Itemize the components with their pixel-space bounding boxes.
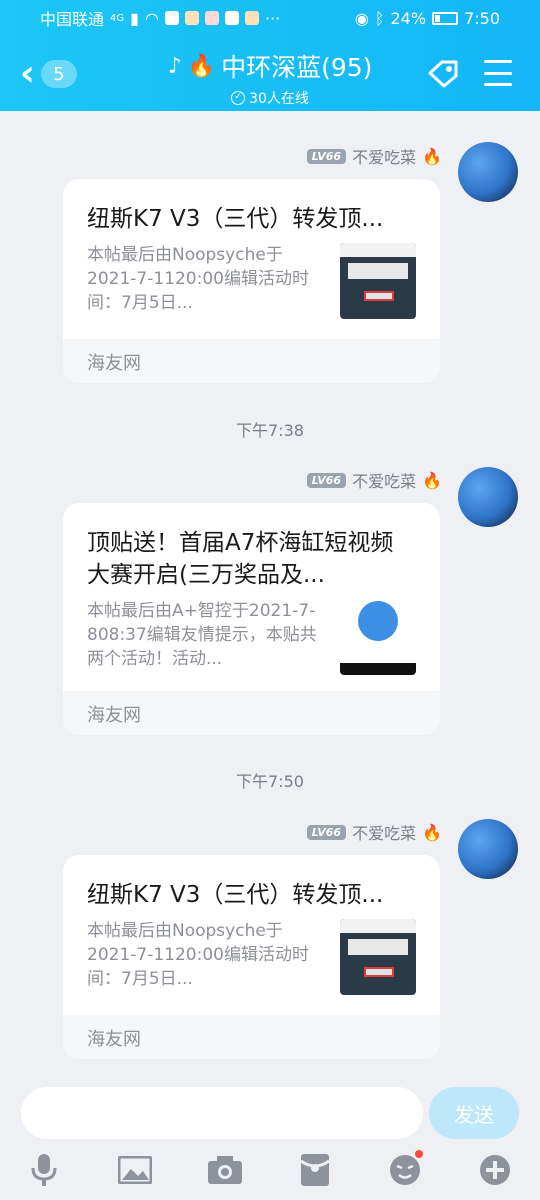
post-thumbnail — [340, 599, 416, 675]
battery-icon — [432, 11, 459, 25]
bluetooth-icon: ᛒ — [374, 8, 385, 28]
online-count: 30人在线 — [249, 91, 309, 107]
sender-name: 不爱吃菜 — [352, 472, 417, 491]
message-input[interactable] — [21, 1087, 423, 1139]
shared-post-card[interactable]: 纽斯K7 V3（三代）转发顶... 本帖最后由Noopsyche于2021-7-… — [63, 179, 440, 383]
battery-percent: 24% — [390, 8, 427, 28]
post-source: 海友网 — [63, 339, 440, 383]
post-source: 海友网 — [63, 691, 440, 735]
sender-info: LV66 不爱吃菜 🔥 — [306, 144, 442, 168]
sender-name: 不爱吃菜 — [352, 824, 417, 843]
status-bar: 中国联通 4G ▮ ◠ ··· ◉ ᛒ 24% 7:50 — [0, 0, 540, 36]
post-thumbnail — [340, 243, 416, 319]
shared-post-card[interactable]: 纽斯K7 V3（三代）转发顶... 本帖最后由Noopsyche于2021-7-… — [63, 855, 440, 1059]
flame-icon: 🔥 — [422, 146, 442, 166]
post-title: 顶贴送！首届A7杯海缸短视频大赛开启(三万奖品及... — [87, 530, 394, 588]
timestamp: 下午7:38 — [236, 421, 304, 440]
post-description: 本帖最后由A+智控于2021-7-808:37编辑友情提示，本贴共两个活动！活动… — [87, 601, 317, 669]
avatar[interactable] — [458, 467, 518, 527]
red-packet-icon[interactable] — [295, 1150, 335, 1190]
shared-post-card[interactable]: 顶贴送！首届A7杯海缸短视频大赛开启(三万奖品及... 本帖最后由A+智控于20… — [63, 503, 440, 735]
more-notifications-icon: ··· — [264, 8, 281, 28]
timestamp: 下午7:50 — [236, 772, 304, 791]
signal-icon: ▮ — [130, 8, 139, 28]
ear-icon: ♪ — [167, 53, 182, 79]
level-badge: LV66 — [306, 824, 347, 840]
sender-name: 不爱吃菜 — [352, 148, 417, 167]
app-notification-icon — [244, 11, 259, 25]
network-label: 4G — [110, 12, 125, 24]
microphone-icon[interactable] — [24, 1150, 64, 1190]
menu-icon[interactable] — [484, 60, 512, 86]
wifi-icon: ◠ — [144, 8, 159, 28]
carrier-label: 中国联通 — [40, 10, 105, 29]
app-notification-icon — [204, 11, 219, 25]
post-thumbnail — [340, 919, 416, 995]
post-source: 海友网 — [63, 1015, 440, 1059]
image-icon[interactable] — [115, 1150, 155, 1190]
app-notification-icon — [164, 11, 179, 25]
emoji-icon[interactable] — [385, 1150, 425, 1190]
app-notification-icon — [224, 11, 239, 25]
eye-icon: ◉ — [354, 8, 369, 28]
plus-icon[interactable] — [475, 1150, 515, 1190]
avatar[interactable] — [458, 142, 518, 202]
post-description: 本帖最后由Noopsyche于2021-7-1120:00编辑活动时间：7月5日… — [87, 921, 309, 989]
level-badge: LV66 — [306, 148, 347, 164]
level-badge: LV66 — [306, 472, 347, 488]
post-title: 纽斯K7 V3（三代）转发顶... — [87, 882, 384, 908]
clock: 7:50 — [464, 8, 500, 28]
group-title: 中环深蓝(95) — [221, 53, 373, 82]
check-circle-icon: ✓ — [231, 91, 246, 105]
camera-icon[interactable] — [205, 1150, 245, 1190]
flame-icon: 🔥 — [422, 822, 442, 842]
composer-toolbar — [0, 1150, 540, 1194]
sender-info: LV66 不爱吃菜 🔥 — [306, 468, 442, 492]
notification-dot — [415, 1150, 423, 1158]
send-button[interactable]: 发送 — [429, 1087, 519, 1139]
flame-icon: 🔥 — [187, 53, 216, 79]
post-description: 本帖最后由Noopsyche于2021-7-1120:00编辑活动时间：7月5日… — [87, 245, 309, 313]
flame-icon: 🔥 — [422, 470, 442, 490]
post-title: 纽斯K7 V3（三代）转发顶... — [87, 206, 384, 232]
sender-info: LV66 不爱吃菜 🔥 — [306, 820, 442, 844]
app-notification-icon — [184, 11, 199, 25]
share-link-icon[interactable] — [426, 58, 462, 88]
chat-header: 中国联通 4G ▮ ◠ ··· ◉ ᛒ 24% 7:50 ‹ 5 ♪ 🔥 中环深… — [0, 0, 540, 111]
avatar[interactable] — [458, 819, 518, 879]
